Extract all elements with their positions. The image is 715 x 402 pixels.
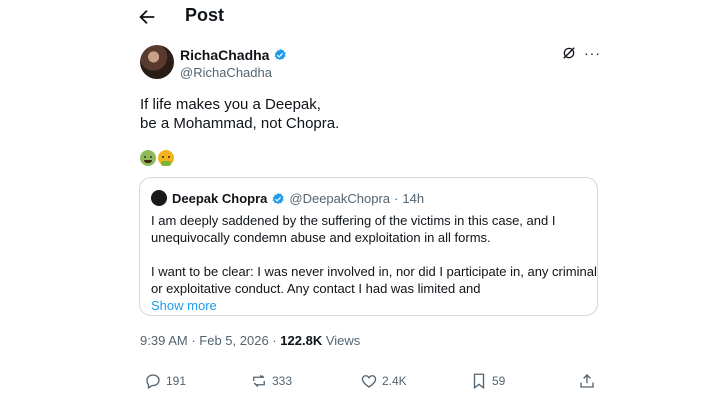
quoted-text-line: I want to be clear: I was never involved… [151, 264, 597, 279]
bookmark-count: 59 [492, 374, 506, 388]
views-count: 122.8K [280, 333, 323, 348]
repost-button[interactable]: 333 [250, 372, 292, 390]
show-more-link[interactable]: Show more [151, 297, 591, 314]
grok-icon[interactable] [562, 46, 576, 60]
like-button[interactable]: 2.4K [360, 372, 407, 390]
post-date[interactable]: Feb 5, 2026 [199, 333, 268, 348]
post-meta: 9:39 AM · Feb 5, 2026 · 122.8K Views [140, 333, 360, 348]
quoted-text: I am deeply saddened by the suffering of… [151, 212, 597, 314]
post-text: If life makes you a Deepak, be a Mohamma… [140, 95, 339, 133]
more-options-icon[interactable]: ··· [584, 45, 601, 61]
action-bar: 191 333 2.4K 59 [140, 372, 600, 394]
vomiting-face-emoji [158, 150, 174, 166]
author-display-name[interactable]: RichaChadha [180, 47, 269, 63]
bookmark-button[interactable]: 59 [470, 372, 505, 390]
separator-dot: · [272, 333, 277, 348]
share-icon [580, 374, 594, 388]
verified-badge-icon [274, 48, 287, 61]
repost-count: 333 [272, 374, 293, 388]
quoted-text-line: or exploitative conduct. Any contact I h… [151, 281, 481, 296]
post-text-line: If life makes you a Deepak, [140, 96, 321, 113]
heart-icon [361, 375, 377, 388]
repost-icon [253, 374, 265, 388]
separator-dot: · [191, 333, 196, 348]
bookmark-icon [473, 373, 485, 390]
quoted-text-line: I am deeply saddened by the suffering of… [151, 213, 556, 228]
quoted-handle: @DeepakChopra [289, 191, 391, 206]
share-button[interactable] [578, 372, 596, 390]
back-arrow-icon[interactable] [136, 6, 158, 28]
author-name-row[interactable]: RichaChadha [180, 47, 287, 63]
reply-icon [146, 374, 160, 389]
post-text-line: be a Mohammad, not Chopra. [140, 115, 340, 132]
verified-badge-icon [272, 192, 285, 204]
author-handle[interactable]: @RichaChadha [180, 65, 272, 80]
reply-count: 191 [166, 374, 187, 388]
post-time[interactable]: 9:39 AM [140, 333, 188, 348]
quoted-header: Deepak Chopra @DeepakChopra · 14h [172, 191, 424, 206]
nauseated-face-emoji [140, 150, 156, 166]
views-label: Views [325, 333, 361, 348]
quoted-display-name: Deepak Chopra [172, 191, 268, 206]
quoted-avatar [151, 190, 167, 206]
quoted-timestamp: 14h [402, 191, 425, 206]
avatar[interactable] [140, 45, 174, 79]
quoted-text-line: unequivocally condemn abuse and exploita… [151, 230, 491, 245]
emoji-row [140, 150, 174, 166]
like-count: 2.4K [382, 374, 407, 388]
reply-button[interactable]: 191 [144, 372, 186, 390]
page-title: Post [185, 5, 225, 25]
separator-dot: · [394, 191, 399, 206]
